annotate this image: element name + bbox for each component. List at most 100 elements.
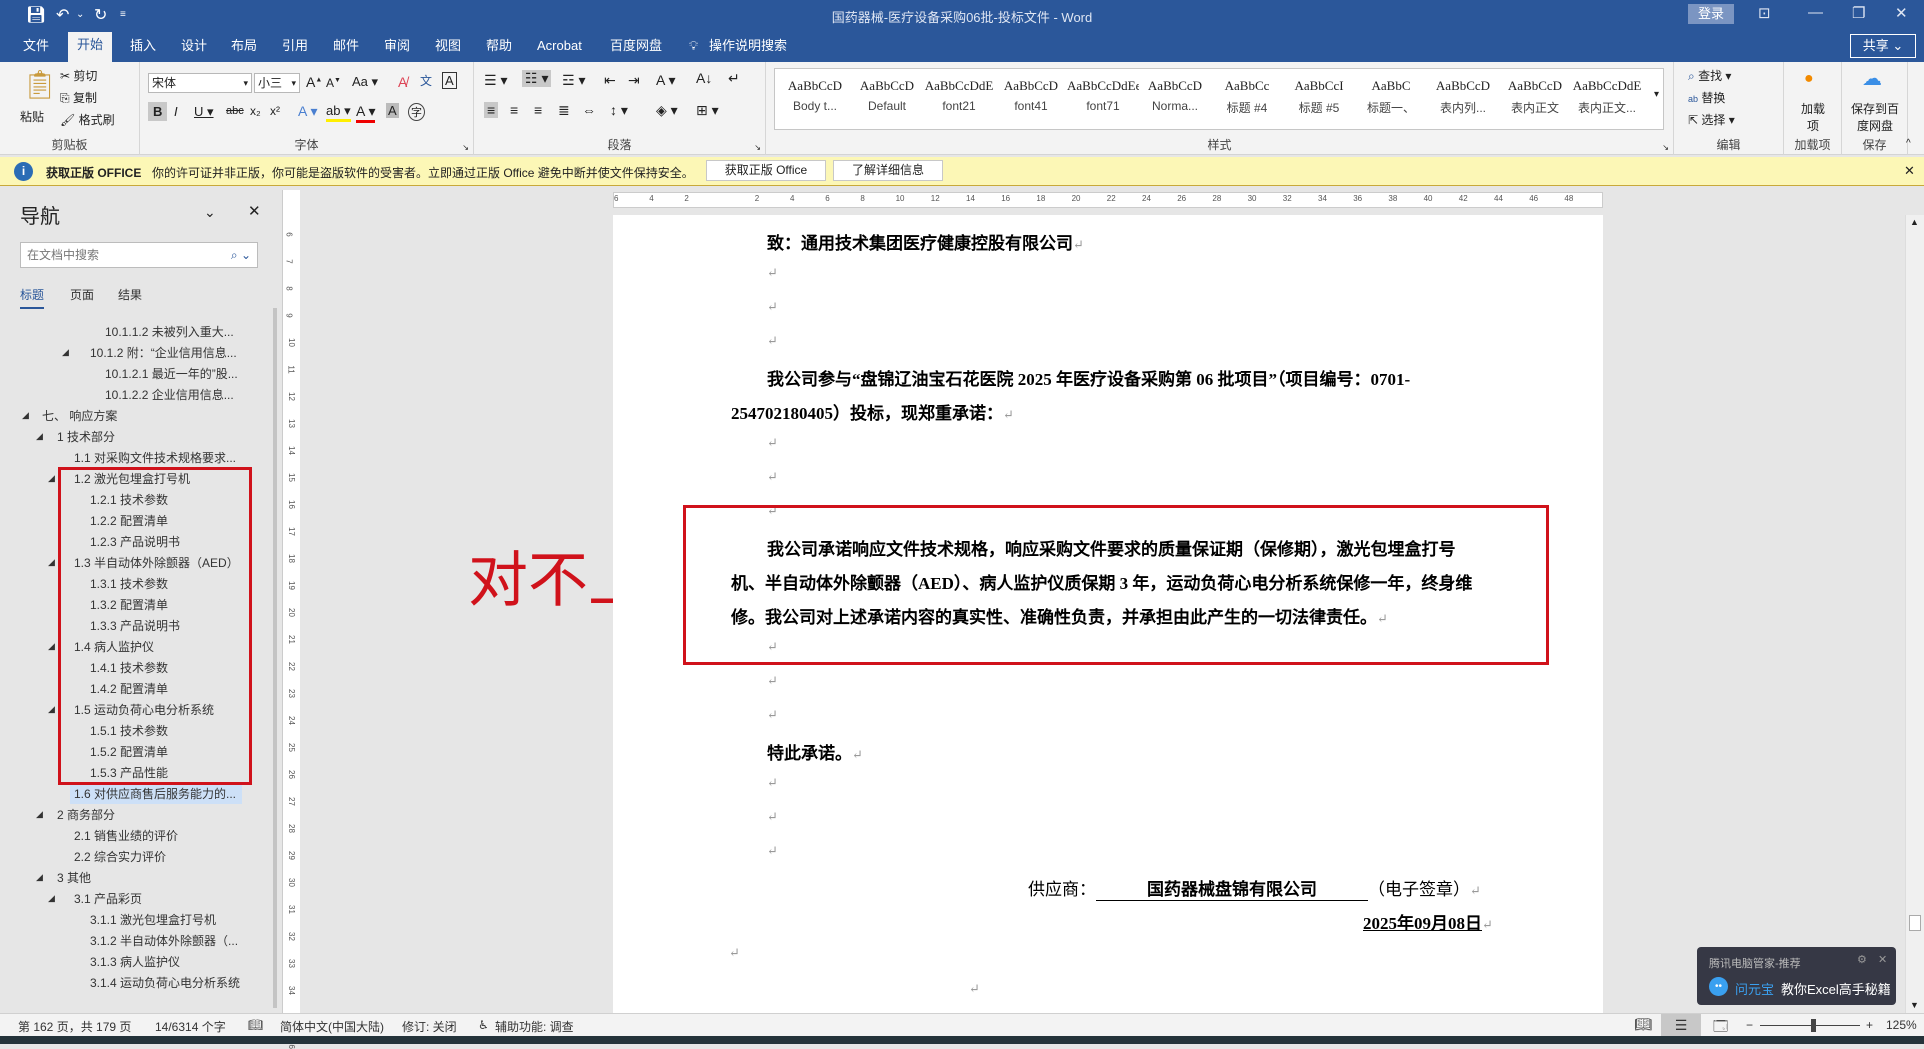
nav-heading-item[interactable]: 3.1 产品彩页	[70, 889, 148, 909]
style-item[interactable]: AaBbCcDdE 表内正文...	[1571, 73, 1643, 116]
subscript-icon[interactable]: x₂	[250, 104, 261, 118]
nav-heading-item[interactable]: 3.1.1 激光包埋盒打号机	[86, 910, 222, 930]
asian-layout-icon[interactable]: A ▾	[656, 72, 675, 89]
style-item[interactable]: AaBbCcDdE font21	[923, 73, 995, 113]
align-right-icon[interactable]: ≡	[534, 102, 542, 118]
addins-icon[interactable]: ●	[1804, 70, 1814, 88]
expand-triangle-icon[interactable]: ◢	[48, 893, 55, 904]
decrease-indent-icon[interactable]: ⇤	[604, 72, 616, 89]
cut-button[interactable]: ✂ 剪切	[60, 67, 97, 84]
expand-triangle-icon[interactable]: ◢	[48, 473, 55, 484]
numbering-icon[interactable]: ☷ ▾	[522, 70, 552, 87]
style-item[interactable]: AaBbCcDdEe font71	[1067, 73, 1139, 113]
nav-heading-item[interactable]: 10.1.2 附：“企业信用信息...	[86, 343, 243, 363]
highlight-icon[interactable]: ab ▾	[326, 103, 351, 122]
superscript-icon[interactable]: x²	[270, 104, 280, 118]
paste-button[interactable]: 粘贴	[20, 108, 44, 125]
shrink-font-icon[interactable]: A▼	[326, 76, 341, 90]
underline-icon[interactable]: U ▾	[194, 104, 214, 120]
toast-close-icon[interactable]: ✕	[1878, 953, 1887, 966]
style-item[interactable]: AaBbCcD 表内正文	[1499, 73, 1571, 116]
nav-heading-item[interactable]: 2.1 销售业绩的评价	[70, 826, 184, 846]
baidu-netdisk-icon[interactable]: ☁	[1862, 66, 1882, 91]
shading-icon[interactable]: ◈ ▾	[656, 102, 678, 119]
minimize-icon[interactable]: —	[1808, 4, 1823, 21]
nav-close-icon[interactable]: ✕	[248, 202, 261, 220]
tab-help[interactable]: 帮助	[477, 36, 521, 62]
copy-button[interactable]: ⎘ 复制	[60, 89, 97, 106]
nav-heading-item[interactable]: 10.1.2.2 企业信用信息...	[101, 385, 240, 405]
accessibility-icon[interactable]: ♿︎	[478, 1018, 489, 1032]
increase-indent-icon[interactable]: ⇥	[628, 72, 640, 89]
tab-review[interactable]: 审阅	[375, 36, 419, 62]
align-center-icon[interactable]: ≡	[510, 102, 518, 118]
justify-icon[interactable]: ≣	[558, 102, 570, 119]
style-item[interactable]: AaBbCcD Norma...	[1139, 73, 1211, 113]
grow-font-icon[interactable]: A▲	[306, 74, 322, 90]
print-layout-icon[interactable]: ☰	[1661, 1014, 1701, 1036]
nav-heading-item[interactable]: 2 商务部分	[53, 805, 121, 825]
zoom-level[interactable]: 125%	[1886, 1018, 1917, 1032]
save-to-baidu-button[interactable]: 保存到百度网盘	[1846, 100, 1904, 134]
change-case-icon[interactable]: Aa ▾	[352, 74, 378, 90]
borders-icon[interactable]: ⊞ ▾	[696, 102, 719, 119]
vertical-scrollbar[interactable]: ▲ ▼	[1905, 215, 1924, 1013]
expand-triangle-icon[interactable]: ◢	[48, 557, 55, 568]
login-button[interactable]: 登录	[1688, 4, 1734, 24]
zoom-slider-thumb[interactable]	[1811, 1019, 1816, 1032]
tab-design[interactable]: 设计	[172, 36, 216, 62]
gallery-more-icon[interactable]: ▾	[1654, 89, 1659, 100]
font-size-select[interactable]: 小三 ▾	[254, 73, 300, 93]
tab-mailings[interactable]: 邮件	[324, 36, 368, 62]
phonetic-guide-icon[interactable]: 文	[420, 72, 432, 89]
nav-tab-pages[interactable]: 页面	[70, 286, 94, 303]
style-item[interactable]: AaBbC 标题一、	[1355, 73, 1427, 116]
find-button[interactable]: ⌕ 查找 ▾	[1688, 67, 1731, 84]
expand-triangle-icon[interactable]: ◢	[36, 872, 43, 883]
styles-dialog-launcher-icon[interactable]: ↘	[1662, 143, 1669, 152]
text-effects-icon[interactable]: A ▾	[298, 103, 317, 120]
font-color-icon[interactable]: A ▾	[356, 103, 376, 123]
search-icon[interactable]: ⌕ ⌄	[231, 243, 251, 267]
align-left-icon[interactable]: ≡	[484, 102, 499, 118]
character-border-icon[interactable]: A	[442, 72, 457, 89]
paste-icon[interactable]: 📋︎	[22, 68, 58, 101]
settings-icon[interactable]: ⚙	[1857, 953, 1867, 966]
select-button[interactable]: ⇱ 选择 ▾	[1688, 111, 1735, 128]
style-item[interactable]: AaBbCcD 表内列...	[1427, 73, 1499, 116]
nav-heading-item[interactable]: 3.1.2 半自动体外除颤器（...	[86, 931, 244, 951]
paragraph-dialog-launcher-icon[interactable]: ↘	[754, 143, 761, 152]
nav-heading-item[interactable]: 3 其他	[53, 868, 97, 888]
style-item[interactable]: AaBbCcD font41	[995, 73, 1067, 113]
nav-heading-item[interactable]: 10.1.2.1 最近一年的”股...	[101, 364, 244, 384]
bullets-icon[interactable]: ☰ ▾	[484, 72, 507, 89]
style-item[interactable]: AaBbCcD Body t...	[779, 73, 851, 113]
style-item[interactable]: AaBbCc 标题 #4	[1211, 73, 1283, 116]
distributed-icon[interactable]: ⇔	[582, 102, 596, 118]
scroll-thumb[interactable]	[1909, 915, 1921, 931]
share-button[interactable]: 共享 ⌄	[1850, 34, 1916, 58]
nav-tab-results[interactable]: 结果	[118, 286, 142, 303]
accessibility-status[interactable]: 辅助功能: 调查	[495, 1018, 574, 1035]
scroll-down-icon[interactable]: ▼	[1910, 1000, 1919, 1010]
font-name-select[interactable]: 宋体 ▾	[148, 73, 252, 93]
tab-references[interactable]: 引用	[273, 36, 317, 62]
nav-scrollbar[interactable]	[273, 308, 277, 1008]
track-changes[interactable]: 修订: 关闭	[402, 1018, 457, 1035]
zoom-in-icon[interactable]: +	[1866, 1018, 1873, 1032]
multilevel-list-icon[interactable]: ☲ ▾	[562, 72, 585, 89]
nav-search-input[interactable]: 在文档中搜索 ⌕ ⌄	[20, 242, 258, 268]
tab-baidu-netdisk[interactable]: 百度网盘	[601, 36, 671, 62]
nav-heading-item[interactable]: 1.1 对采购文件技术规格要求...	[70, 448, 242, 468]
get-genuine-office-button[interactable]: 获取正版 Office	[706, 160, 826, 181]
format-painter-button[interactable]: 🖌︎ 格式刷	[60, 111, 115, 128]
clear-formatting-icon[interactable]: A̸	[398, 74, 407, 90]
expand-triangle-icon[interactable]: ◢	[36, 431, 43, 442]
nav-heading-item[interactable]: 2.2 综合实力评价	[70, 847, 172, 867]
close-icon[interactable]: ✕	[1895, 4, 1908, 22]
bold-icon[interactable]: B	[148, 102, 168, 121]
zoom-slider[interactable]	[1760, 1025, 1860, 1026]
nav-tab-headings[interactable]: 标题	[20, 286, 45, 309]
strikethrough-icon[interactable]: abc	[226, 105, 244, 117]
sort-icon[interactable]: A↓	[696, 70, 712, 86]
